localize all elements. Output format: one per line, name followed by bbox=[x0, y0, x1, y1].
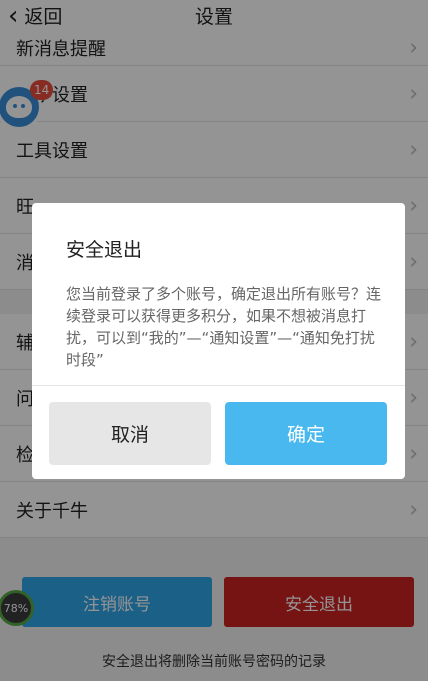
logout-dialog: 安全退出 您当前登录了多个账号，确定退出所有账号？连续登录可以获得更多积分，如果… bbox=[32, 203, 405, 479]
dialog-title: 安全退出 bbox=[66, 239, 143, 261]
dialog-cancel-button[interactable]: 取消 bbox=[49, 402, 211, 465]
dialog-divider bbox=[32, 385, 405, 386]
dialog-message: 您当前登录了多个账号，确定退出所有账号？连续登录可以获得更多积分，如果不想被消息… bbox=[66, 285, 382, 369]
dialog-confirm-button[interactable]: 确定 bbox=[225, 402, 387, 465]
